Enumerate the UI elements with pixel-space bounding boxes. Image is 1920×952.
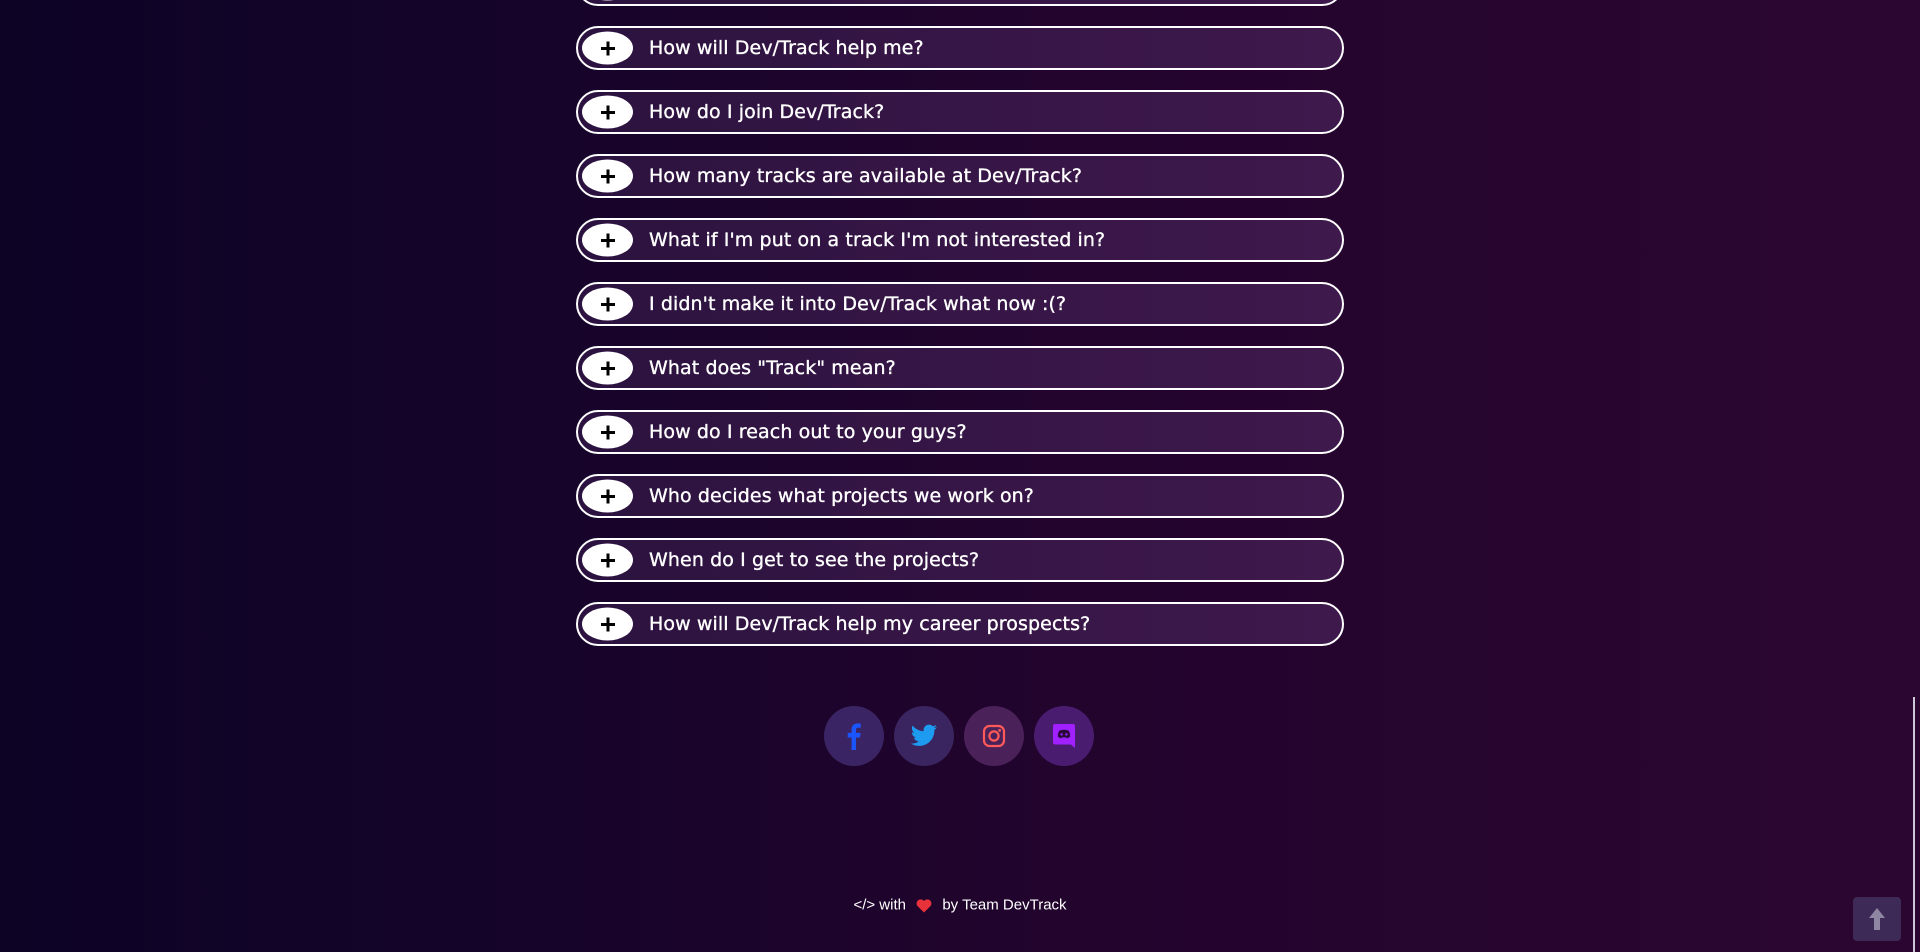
plus-icon: [600, 297, 615, 311]
plus-icon: [600, 617, 615, 631]
faq-question: How will Dev/Track help my career prospe…: [649, 613, 1091, 635]
faq-question: What if I'm put on a track I'm not inter…: [649, 229, 1106, 251]
scrollbar-thumb[interactable]: [1913, 697, 1915, 952]
discord-icon: [1053, 724, 1075, 748]
faq-toggle-button[interactable]: [582, 95, 633, 129]
faq-item[interactable]: How will Dev/Track help me?: [576, 26, 1344, 70]
faq-question: How do I reach out to your guys?: [649, 421, 967, 443]
plus-icon: [600, 489, 615, 503]
faq-question: How many tracks are available at Dev/Tra…: [649, 165, 1083, 187]
twitter-link[interactable]: [894, 706, 954, 766]
footer-credit-text: by Team DevTrack: [942, 896, 1067, 914]
faq-list: How will Dev/Track help me? How do I joi…: [576, 0, 1344, 666]
faq-item[interactable]: Who decides what projects we work on?: [576, 474, 1344, 518]
faq-item[interactable]: How do I reach out to your guys?: [576, 410, 1344, 454]
social-links: [824, 706, 1094, 766]
faq-toggle-button[interactable]: [582, 607, 633, 641]
footer-code-text: </> with: [853, 896, 906, 914]
faq-question: How do I join Dev/Track?: [649, 101, 885, 123]
faq-item[interactable]: What does "Track" mean?: [576, 346, 1344, 390]
faq-item[interactable]: I didn't make it into Dev/Track what now…: [576, 282, 1344, 326]
plus-icon: [600, 233, 615, 247]
faq-toggle-button[interactable]: [582, 223, 633, 257]
facebook-icon: [847, 723, 861, 750]
faq-toggle-button[interactable]: [582, 31, 633, 65]
faq-toggle-button[interactable]: [582, 543, 633, 577]
faq-toggle-button[interactable]: [582, 287, 633, 321]
faq-toggle-button[interactable]: [582, 479, 633, 513]
faq-item[interactable]: How many tracks are available at Dev/Tra…: [576, 154, 1344, 198]
instagram-icon: [982, 724, 1006, 748]
faq-question: I didn't make it into Dev/Track what now…: [649, 293, 1067, 315]
faq-question: Who decides what projects we work on?: [649, 485, 1034, 507]
plus-icon: [600, 553, 615, 567]
facebook-link[interactable]: [824, 706, 884, 766]
plus-icon: [600, 41, 615, 55]
plus-icon: [600, 169, 615, 183]
arrow-up-icon: [1869, 908, 1885, 930]
faq-question: How will Dev/Track help me?: [649, 37, 924, 59]
scroll-to-top-button[interactable]: [1853, 897, 1901, 941]
plus-icon: [600, 425, 615, 439]
faq-toggle-button[interactable]: [582, 0, 633, 1]
faq-item[interactable]: How do I join Dev/Track?: [576, 90, 1344, 134]
faq-toggle-button[interactable]: [582, 159, 633, 193]
faq-item[interactable]: When do I get to see the projects?: [576, 538, 1344, 582]
faq-toggle-button[interactable]: [582, 415, 633, 449]
instagram-link[interactable]: [964, 706, 1024, 766]
plus-icon: [600, 105, 615, 119]
faq-item[interactable]: What if I'm put on a track I'm not inter…: [576, 218, 1344, 262]
footer: </> with by Team DevTrack: [0, 896, 1920, 914]
faq-item[interactable]: How will Dev/Track help my career prospe…: [576, 602, 1344, 646]
faq-question: When do I get to see the projects?: [649, 549, 980, 571]
discord-link[interactable]: [1034, 706, 1094, 766]
heart-icon: [916, 898, 932, 913]
faq-toggle-button[interactable]: [582, 351, 633, 385]
plus-icon: [600, 361, 615, 375]
faq-question: What does "Track" mean?: [649, 357, 896, 379]
twitter-icon: [910, 724, 937, 746]
faq-item[interactable]: [576, 0, 1344, 6]
